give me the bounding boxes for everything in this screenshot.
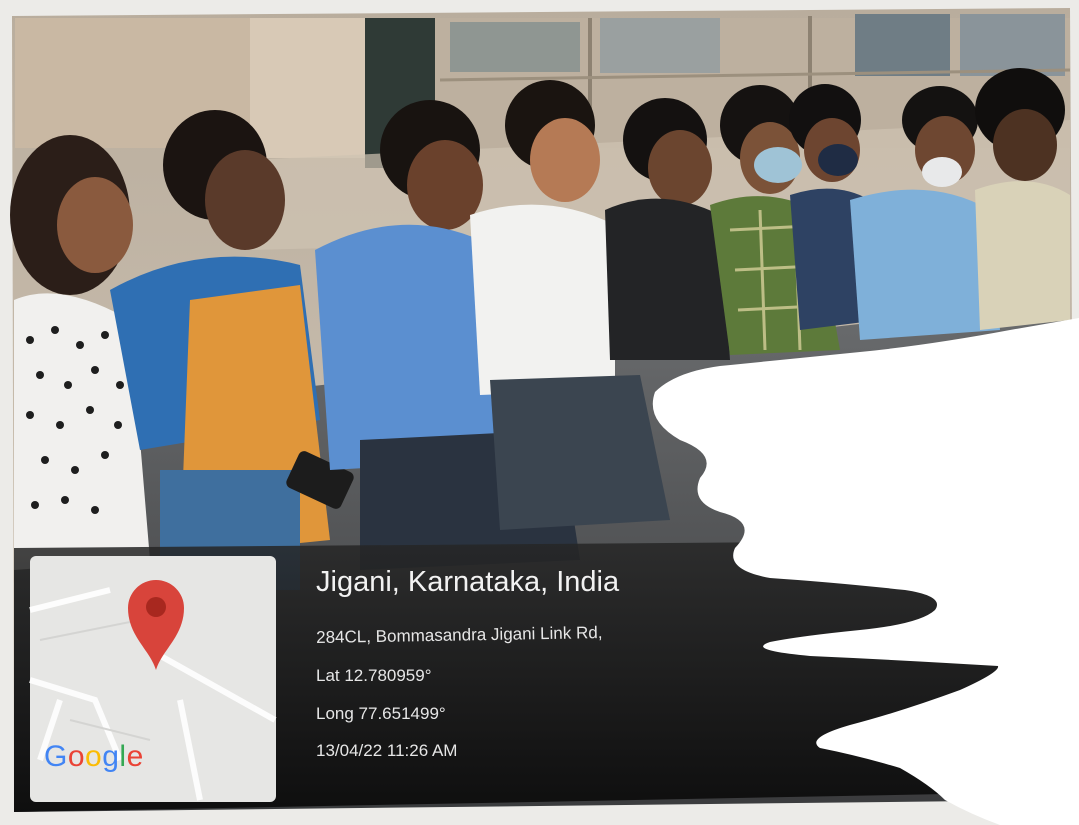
place-title: Jigani, Karnataka, India xyxy=(316,566,620,598)
google-logo-letter: g xyxy=(102,740,120,773)
photo-canvas xyxy=(0,0,1079,825)
google-logo-letter: o xyxy=(85,740,103,773)
google-logo-letter: G xyxy=(44,740,68,773)
geotagged-photo: Google Jigani, Karnataka, India 284CL, B… xyxy=(0,0,1079,825)
google-logo-letter: e xyxy=(126,740,144,773)
google-logo-letter: o xyxy=(67,740,86,773)
latitude-line: Lat 12.780959° xyxy=(316,666,432,685)
google-logo: Google xyxy=(44,740,144,774)
google-logo-letter: l xyxy=(119,740,127,773)
longitude-line: Long 77.651499° xyxy=(316,704,446,723)
datetime-line: 13/04/22 11:26 AM xyxy=(316,741,458,760)
